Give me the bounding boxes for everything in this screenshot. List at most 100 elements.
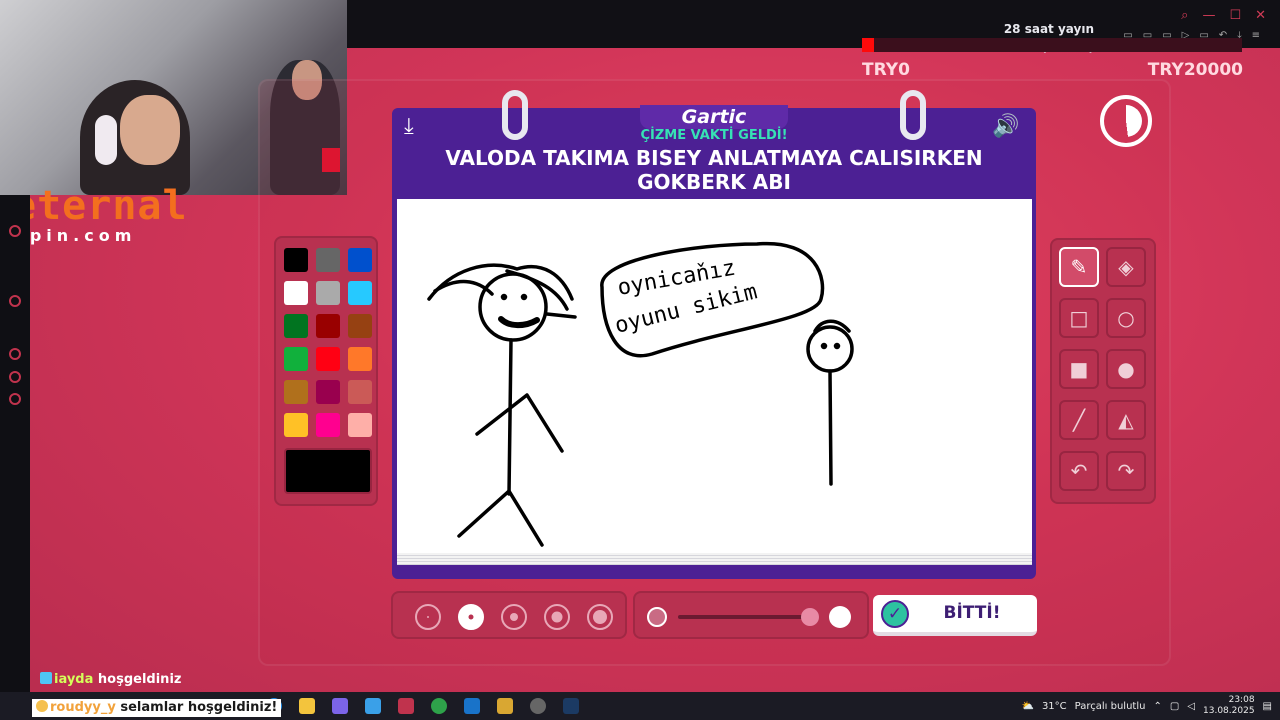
color-swatch[interactable] — [316, 314, 340, 338]
color-swatch[interactable] — [348, 281, 372, 305]
brush-size-dot — [427, 616, 429, 618]
clock[interactable]: 23:08 13.08.2025 — [1203, 695, 1255, 717]
small-figure-eye — [833, 342, 841, 350]
rect-fill-icon[interactable]: ■ — [1059, 349, 1099, 389]
tray-chevron-icon[interactable]: ⌃ — [1153, 701, 1161, 712]
brush-size-m[interactable] — [501, 604, 527, 630]
color-swatch[interactable] — [284, 347, 308, 371]
weather-temp: 31°C — [1041, 700, 1067, 712]
chat-badge-icon — [36, 700, 48, 712]
line-icon[interactable]: ╱ — [1059, 400, 1099, 440]
color-swatch[interactable] — [316, 413, 340, 437]
big-figure-legs — [457, 489, 544, 547]
brush-size-l[interactable] — [544, 604, 570, 630]
brush-size-s[interactable] — [458, 604, 484, 630]
circle-fill-icon[interactable]: ● — [1106, 349, 1146, 389]
brush-size-dot — [551, 611, 563, 623]
brush-size-xs[interactable] — [415, 604, 441, 630]
donation-max-label: TRY20000 — [1147, 60, 1243, 80]
gartic-logo: Gartic — [640, 105, 788, 129]
chrome-icon[interactable] — [431, 698, 447, 714]
drawing-canvas[interactable]: oynicaňız oyunu sikim — [397, 199, 1032, 556]
volume-tray-icon[interactable]: ◁ — [1187, 701, 1195, 712]
brush-size-xl[interactable] — [587, 604, 613, 630]
color-swatch[interactable] — [316, 248, 340, 272]
drawing-prompt-line-1: VALODA TAKIMA BISEY ANLATMAYA CALISIRKEN — [445, 146, 983, 170]
opacity-low-icon — [647, 607, 667, 627]
drawing-prompt-line-2: GOKBERK ABI — [637, 170, 791, 194]
chat-message: iayda hoşgeldiniz — [40, 672, 181, 687]
color-swatch[interactable] — [316, 380, 340, 404]
color-swatch[interactable] — [316, 281, 340, 305]
done-button[interactable]: ✓ BİTTİ! — [873, 595, 1037, 636]
outlook-icon[interactable] — [464, 698, 480, 714]
eraser-icon[interactable]: ◈ — [1106, 247, 1146, 287]
file-explorer-icon[interactable] — [299, 698, 315, 714]
big-figure-eye — [520, 293, 528, 301]
color-swatch[interactable] — [284, 248, 308, 272]
side-circle-icon[interactable] — [9, 295, 21, 307]
timer-icon — [1100, 95, 1152, 147]
sponsor-logo-main: eternal — [12, 183, 188, 229]
store-icon[interactable] — [365, 698, 381, 714]
system-tray: ⛅ 31°C Parçalı bulutlu ⌃ ▢ ◁ 23:08 13.08… — [1021, 692, 1272, 720]
color-swatch[interactable] — [284, 281, 308, 305]
webcam-face-streamer — [120, 95, 180, 165]
chat-text: selamlar hoşgeldiniz! — [120, 700, 278, 715]
side-x-icon[interactable] — [9, 225, 21, 237]
color-swatch[interactable] — [348, 314, 372, 338]
side-gear-icon[interactable] — [9, 393, 21, 405]
color-swatch[interactable] — [316, 347, 340, 371]
current-color-swatch — [284, 448, 372, 494]
clock-date: 13.08.2025 — [1203, 706, 1255, 716]
webcam-headset — [95, 115, 117, 165]
color-swatch[interactable] — [284, 314, 308, 338]
steam-icon[interactable] — [563, 698, 579, 714]
weather-icon: ⛅ — [1021, 700, 1034, 712]
redo-icon[interactable]: ↷ — [1106, 451, 1146, 491]
network-icon[interactable]: ▢ — [1170, 701, 1179, 712]
chat-username: iayda — [54, 672, 94, 687]
drawing-prompt: VALODA TAKIMA BISEY ANLATMAYA CALISIRKEN… — [392, 146, 1036, 194]
color-swatch[interactable] — [284, 380, 308, 404]
menu-icon[interactable]: ≡ — [1252, 30, 1260, 41]
draw-time-subtitle: ÇİZME VAKTİ GELDİ! — [640, 128, 788, 143]
big-figure-arms — [475, 393, 564, 453]
color-swatch[interactable] — [348, 248, 372, 272]
notification-icon[interactable]: ▤ — [1263, 701, 1272, 712]
undo-icon[interactable]: ↶ — [1059, 451, 1099, 491]
search-icon[interactable]: ⌕ — [1181, 8, 1188, 23]
fill-bucket-icon[interactable]: ◭ — [1106, 400, 1146, 440]
color-swatch[interactable] — [348, 413, 372, 437]
color-palette — [274, 236, 378, 506]
app-icon[interactable] — [497, 698, 513, 714]
chat-message: roudyy_y selamlar hoşgeldiniz! — [32, 699, 282, 717]
pencil-icon[interactable]: ✎ — [1059, 247, 1099, 287]
color-swatch[interactable] — [348, 380, 372, 404]
small-figure-head — [806, 325, 854, 373]
brush-size-dot — [593, 610, 607, 624]
big-figure-body — [507, 338, 513, 496]
sponsor-logo: eternal epin.com — [12, 186, 188, 245]
small-figure-eye — [820, 342, 828, 350]
side-chat-icon[interactable] — [9, 371, 21, 383]
brush-size-dot — [468, 614, 474, 620]
circle-outline-icon[interactable]: ○ — [1106, 298, 1146, 338]
done-button-label: BİTTİ! — [943, 603, 1001, 623]
maximize-icon[interactable]: ☐ — [1229, 8, 1241, 23]
color-swatch[interactable] — [348, 347, 372, 371]
small-figure-body — [828, 369, 833, 486]
opacity-slider-handle[interactable] — [801, 608, 819, 626]
side-clock-icon[interactable] — [9, 348, 21, 360]
minimize-icon[interactable]: — — [1202, 8, 1215, 23]
rect-outline-icon[interactable]: □ — [1059, 298, 1099, 338]
color-swatch[interactable] — [284, 413, 308, 437]
opacity-slider-track[interactable] — [678, 615, 818, 619]
app-icon[interactable] — [398, 698, 414, 714]
close-icon[interactable]: ✕ — [1255, 8, 1266, 23]
obs-icon[interactable] — [530, 698, 546, 714]
brush-size-dot — [510, 613, 518, 621]
donation-progress-fill — [862, 38, 874, 52]
copilot-icon[interactable] — [332, 698, 348, 714]
tool-panel: ✎ ◈ □ ○ ■ ● ╱ ◭ ↶ ↷ — [1050, 238, 1156, 504]
